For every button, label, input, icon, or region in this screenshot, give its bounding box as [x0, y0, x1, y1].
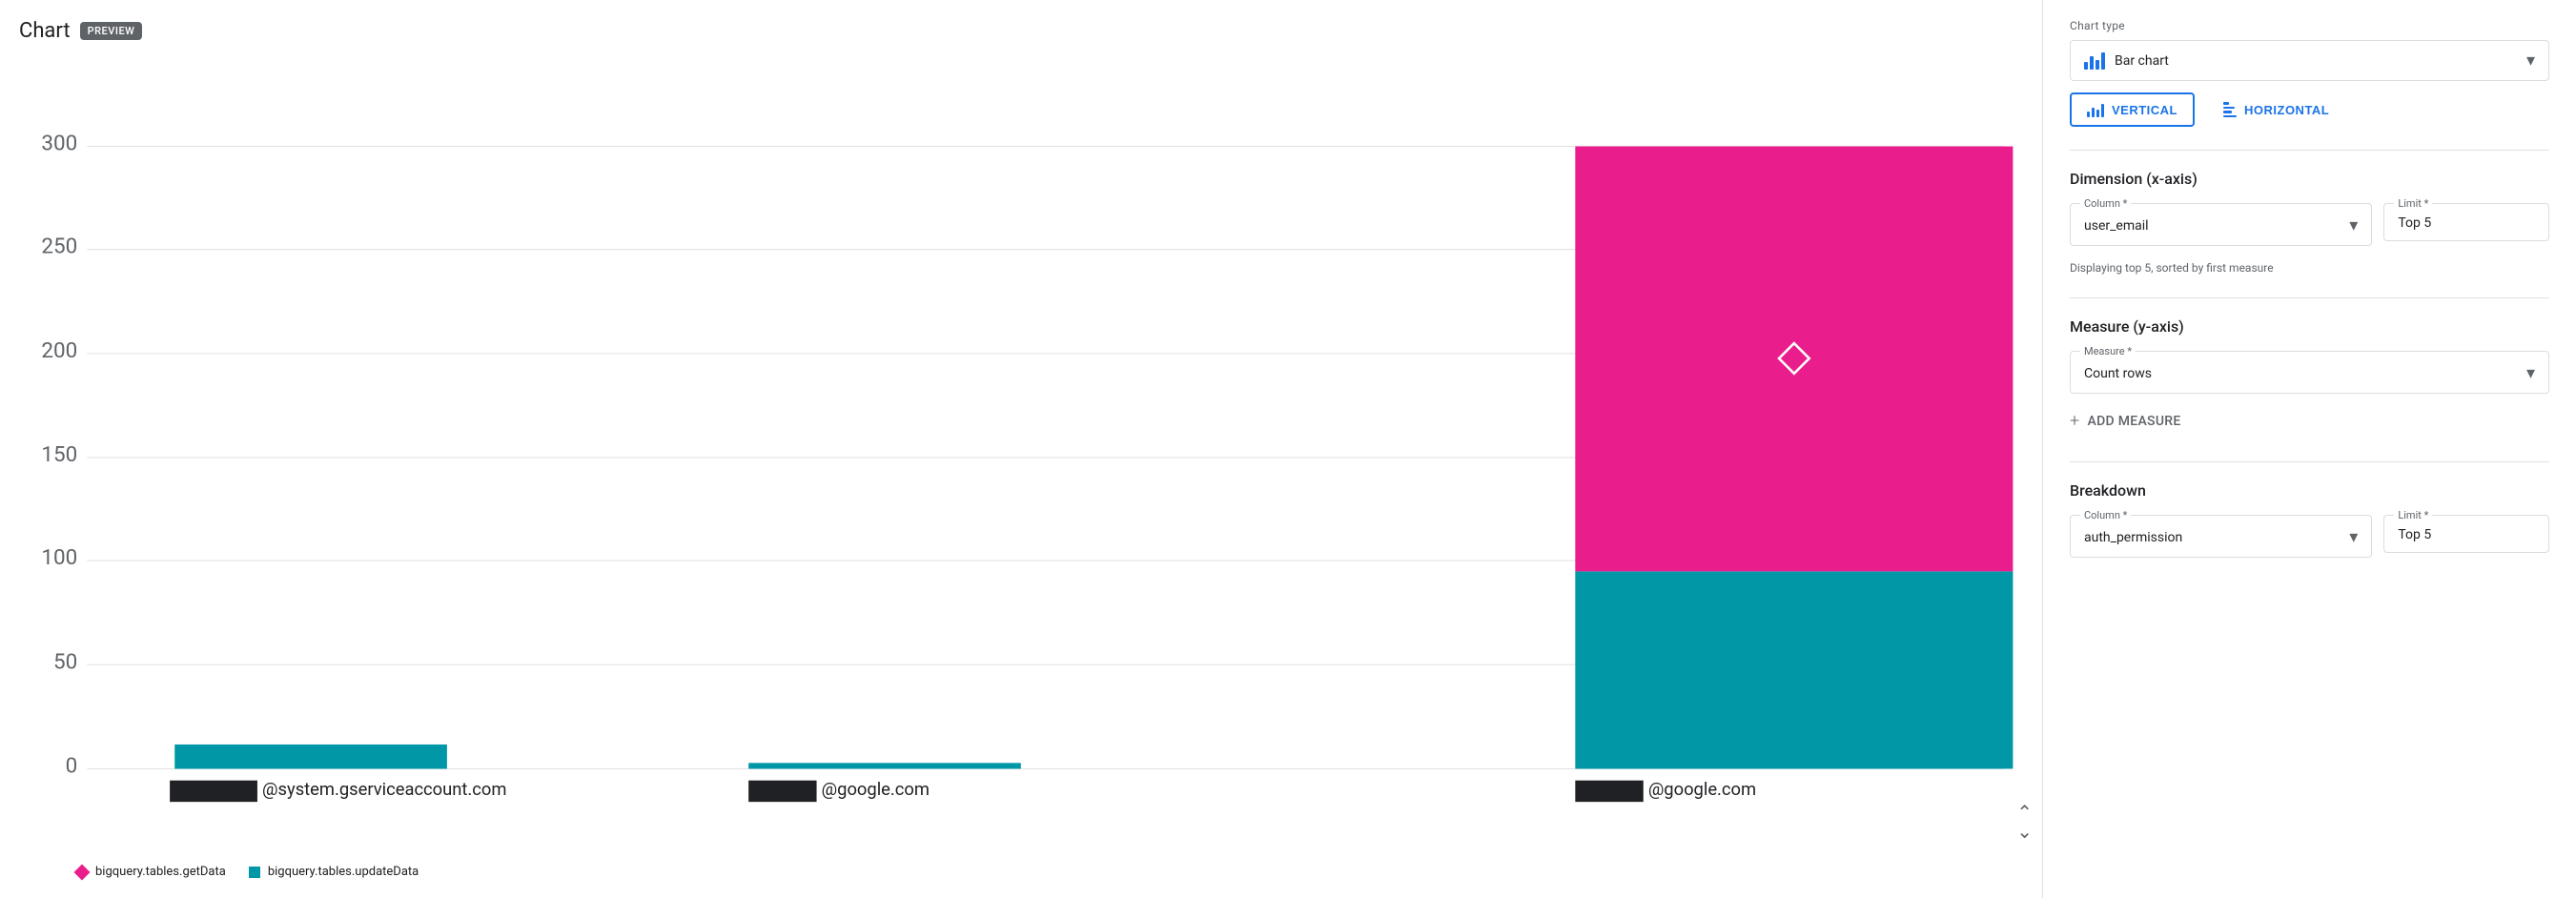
measure-select[interactable]: Count rows ▾: [2084, 363, 2535, 383]
svg-text:150: 150: [41, 442, 77, 467]
x-label-2: @google.com: [822, 780, 930, 800]
chart-type-dropdown-icon: ▾: [2526, 51, 2535, 71]
dimension-limit-label: Limit *: [2394, 197, 2432, 210]
chart-type-section: Chart type Bar chart ▾: [2070, 19, 2549, 127]
bar-1-updatedata: [174, 745, 447, 769]
measure-dropdown-icon: ▾: [2526, 363, 2535, 383]
measure-field[interactable]: Measure * Count rows ▾: [2070, 351, 2549, 394]
breakdown-limit-field[interactable]: Limit * Top 5: [2383, 515, 2549, 553]
vertical-label: VERTICAL: [2112, 103, 2177, 117]
measure-label: Measure *: [2080, 345, 2136, 357]
collapse-down-icon: ⌄: [2016, 822, 2033, 841]
dimension-section-title: Dimension (x-axis): [2070, 170, 2549, 188]
legend-diamond-icon: [74, 864, 91, 880]
svg-text:250: 250: [41, 235, 77, 259]
chart-type-value: Bar chart: [2115, 53, 2169, 69]
breakdown-column-select[interactable]: auth_permission ▾: [2084, 527, 2358, 547]
legend-square-icon: [249, 867, 260, 878]
bar-2-updatedata: [748, 763, 1021, 768]
dimension-row: Column * user_email ▾ Limit * Top 5: [2070, 203, 2549, 255]
chart-container: 0 50 100 150 200 250 300: [19, 62, 2042, 879]
add-measure-button[interactable]: + ADD MEASURE: [2070, 403, 2549, 439]
breakdown-limit-label: Limit *: [2394, 509, 2432, 521]
horizontal-orientation-button[interactable]: HORIZONTAL: [2206, 92, 2346, 127]
legend-item-getdata: bigquery.tables.getData: [76, 865, 226, 879]
vertical-orientation-button[interactable]: VERTICAL: [2070, 92, 2195, 127]
chart-type-inner: Bar chart: [2084, 52, 2169, 70]
x-label-1: @system.gserviceaccount.com: [262, 780, 506, 800]
svg-text:0: 0: [66, 754, 78, 779]
chart-legend: bigquery.tables.getData bigquery.tables.…: [19, 853, 2042, 879]
vertical-bar-icon: [2087, 102, 2104, 117]
breakdown-limit-value: Top 5: [2398, 527, 2431, 542]
divider-2: [2070, 297, 2549, 298]
dimension-limit-select[interactable]: Top 5: [2398, 215, 2535, 231]
add-measure-plus-icon: +: [2070, 411, 2079, 431]
orientation-buttons: VERTICAL HORIZONTAL: [2070, 92, 2549, 127]
collapse-up-icon: ⌃: [2016, 803, 2033, 822]
measure-section: Measure (y-axis) Measure * Count rows ▾ …: [2070, 317, 2549, 439]
chart-header: Chart PREVIEW: [19, 19, 2042, 43]
chart-type-label: Chart type: [2070, 19, 2549, 32]
x-label-3: @google.com: [1648, 780, 1756, 800]
breakdown-column-label: Column *: [2080, 509, 2131, 521]
chart-area: Chart PREVIEW 0 50 100: [0, 0, 2042, 898]
divider-1: [2070, 150, 2549, 151]
dimension-column-label: Column *: [2080, 197, 2131, 210]
breakdown-column-value: auth_permission: [2084, 530, 2182, 545]
breakdown-column-field[interactable]: Column * auth_permission ▾: [2070, 515, 2372, 558]
dimension-column-value: user_email: [2084, 218, 2149, 234]
breakdown-limit-select[interactable]: Top 5: [2398, 527, 2535, 542]
dimension-limit-field[interactable]: Limit * Top 5: [2383, 203, 2549, 241]
legend-getdata-label: bigquery.tables.getData: [95, 865, 226, 879]
dimension-column-select[interactable]: user_email ▾: [2084, 215, 2358, 235]
preview-badge: PREVIEW: [80, 22, 143, 40]
chart-title: Chart: [19, 19, 71, 43]
divider-3: [2070, 461, 2549, 462]
horizontal-bar-icon: [2223, 102, 2237, 117]
svg-text:200: 200: [41, 338, 77, 363]
svg-text:300: 300: [41, 132, 77, 156]
dimension-limit-value: Top 5: [2398, 215, 2431, 231]
measure-value: Count rows: [2084, 366, 2152, 381]
collapse-button[interactable]: ⌃ ⌄: [2016, 803, 2033, 841]
chart-svg-wrapper: 0 50 100 150 200 250 300: [19, 62, 2042, 853]
x-label-1-redacted: [170, 781, 257, 802]
svg-text:50: 50: [53, 649, 77, 674]
dimension-column-dropdown-icon: ▾: [2349, 215, 2358, 235]
dimension-section: Dimension (x-axis) Column * user_email ▾…: [2070, 170, 2549, 275]
dimension-column-field[interactable]: Column * user_email ▾: [2070, 203, 2372, 246]
legend-item-updatedata: bigquery.tables.updateData: [249, 865, 419, 879]
measure-section-title: Measure (y-axis): [2070, 317, 2549, 336]
add-measure-label: ADD MEASURE: [2087, 414, 2180, 429]
breakdown-section: Breakdown Column * auth_permission ▾ Lim…: [2070, 481, 2549, 567]
chart-svg: 0 50 100 150 200 250 300: [19, 62, 2042, 853]
right-panel: Chart type Bar chart ▾: [2042, 0, 2576, 898]
chart-type-select[interactable]: Bar chart ▾: [2070, 40, 2549, 81]
bar-3-getdata: [1575, 147, 2013, 572]
x-label-3-redacted: [1575, 781, 1643, 802]
legend-updatedata-label: bigquery.tables.updateData: [268, 865, 419, 879]
breakdown-row: Column * auth_permission ▾ Limit * Top 5: [2070, 515, 2549, 567]
dimension-hint: Displaying top 5, sorted by first measur…: [2070, 261, 2549, 275]
bar-3-updatedata: [1575, 571, 2013, 768]
bar-chart-icon: [2084, 52, 2105, 70]
breakdown-column-dropdown-icon: ▾: [2349, 527, 2358, 547]
breakdown-section-title: Breakdown: [2070, 481, 2549, 500]
svg-text:100: 100: [41, 545, 77, 570]
horizontal-label: HORIZONTAL: [2244, 103, 2329, 117]
x-label-2-redacted: [748, 781, 816, 802]
